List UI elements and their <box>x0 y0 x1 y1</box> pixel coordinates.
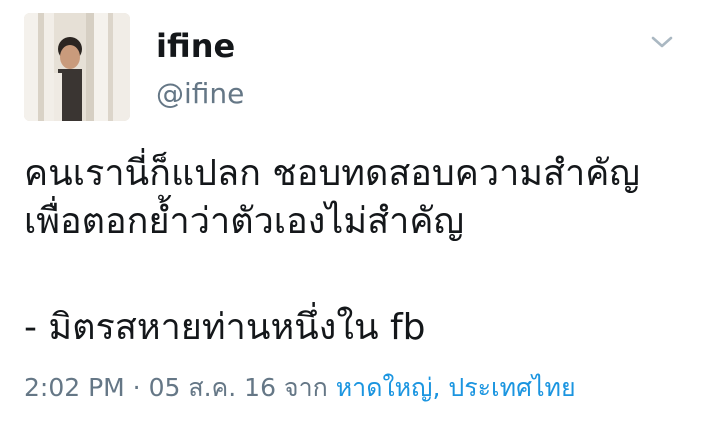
avatar-image <box>24 13 130 121</box>
tweet-location-link[interactable]: หาดใหญ่, ประเทศไทย <box>336 373 576 402</box>
meta-separator: · <box>124 373 149 402</box>
user-handle[interactable]: @ifine <box>156 76 244 112</box>
tweet-date[interactable]: 05 ส.ค. 16 <box>149 373 276 402</box>
tweet-metadata: 2:02 PM · 05 ส.ค. 16 จาก หาดใหญ่, ประเทศ… <box>24 370 576 406</box>
tweet-line: เพื่อตอกย้ำว่าตัวเองไม่สำคัญ <box>24 201 465 242</box>
tweet-line: คนเรานี่ก็แปลก ชอบทดสอบความสำคัญ <box>24 153 640 194</box>
tweet-time[interactable]: 2:02 PM <box>24 373 125 402</box>
tweet-text: คนเรานี่ก็แปลก ชอบทดสอบความสำคัญ เพื่อตอ… <box>24 150 704 352</box>
chevron-down-icon[interactable] <box>650 34 674 50</box>
display-name[interactable]: ifine <box>156 26 235 66</box>
avatar[interactable] <box>24 13 130 121</box>
tweet-line: - มิตรสหายท่านหนึ่งใน fb <box>24 307 426 348</box>
from-label: จาก <box>275 373 336 402</box>
